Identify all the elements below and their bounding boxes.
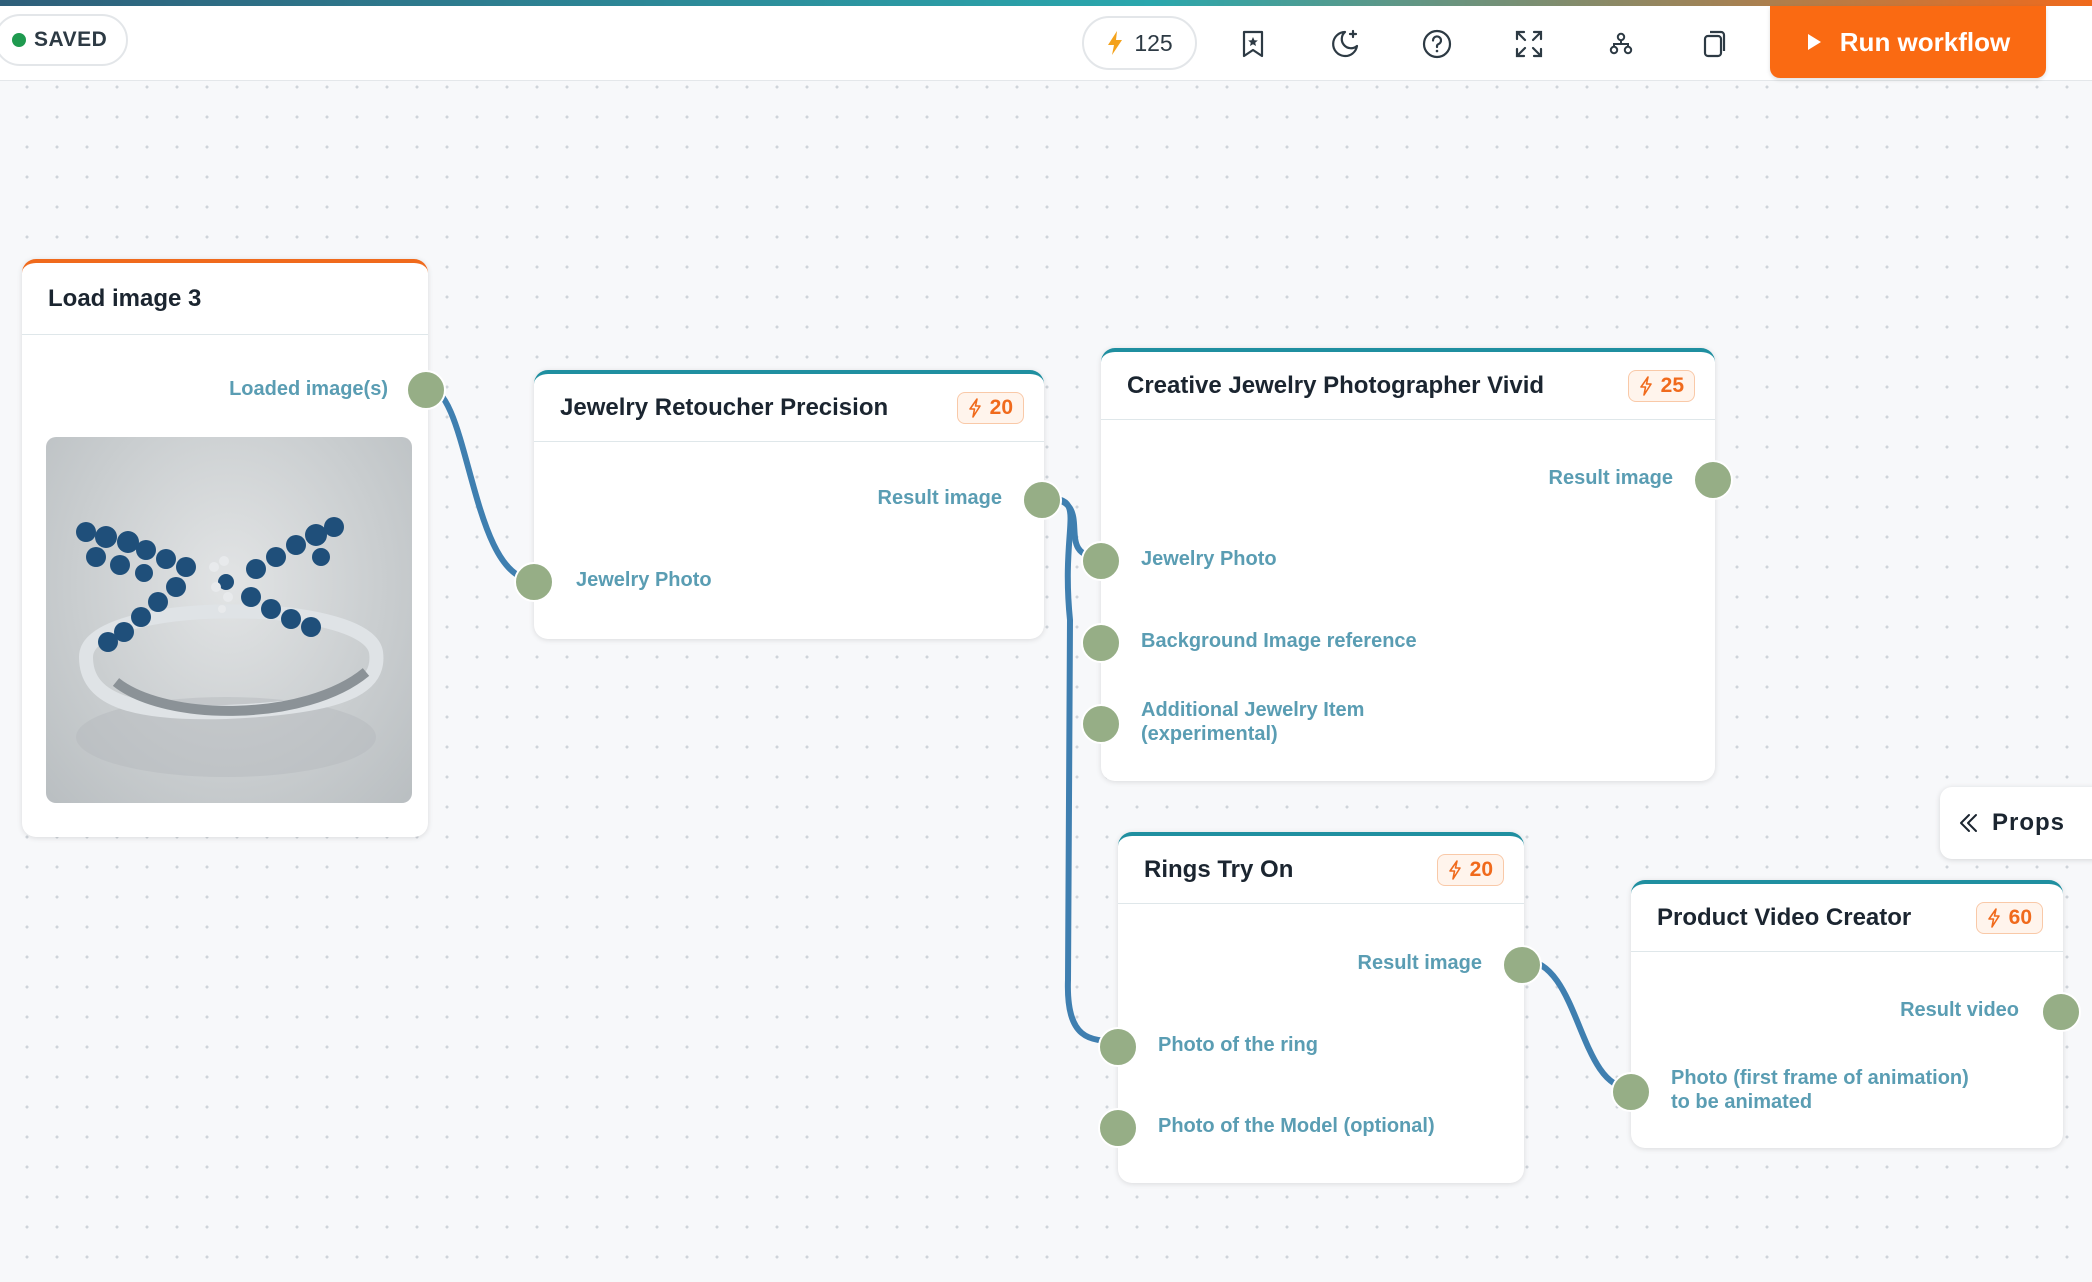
input-handle-jewelry-photo[interactable]	[1081, 541, 1121, 581]
output-label-result-image: Result image	[1548, 467, 1673, 489]
wire-load-to-retoucher	[424, 384, 537, 583]
saved-status-label: SAVED	[34, 28, 108, 51]
bolt-icon	[1108, 31, 1123, 55]
play-icon	[1807, 34, 1821, 50]
node-title: Jewelry Retoucher Precision	[560, 393, 889, 421]
fullscreen-icon[interactable]	[1509, 24, 1549, 64]
input-handle-photo-of-ring[interactable]	[1098, 1027, 1138, 1067]
run-workflow-button[interactable]: Run workflow	[1770, 6, 2046, 78]
node-header: Rings Try On 20	[1118, 836, 1524, 904]
input-label-jewelry-photo: Jewelry Photo	[576, 569, 712, 591]
input-handle-additional-jewelry[interactable]	[1081, 704, 1121, 744]
node-header: Jewelry Retoucher Precision 20	[534, 374, 1044, 442]
bolt-icon	[968, 397, 981, 418]
top-toolbar: SAVED 125 Run workflow	[0, 6, 2092, 81]
input-label-additional-jewelry: Additional Jewelry Item (experimental)	[1141, 699, 1365, 745]
wire-rings-to-video	[1520, 957, 1633, 1091]
node-header: Load image 3	[22, 263, 428, 335]
cost-value: 60	[2008, 905, 2032, 929]
cost-badge: 20	[956, 391, 1024, 424]
node-title: Rings Try On	[1144, 855, 1294, 883]
node-header: Product Video Creator 60	[1631, 884, 2063, 952]
props-label: Props	[1992, 809, 2066, 836]
copy-icon[interactable]	[1694, 24, 1734, 64]
input-label-background-reference: Background Image reference	[1141, 630, 1417, 652]
input-handle-first-frame-photo[interactable]	[1611, 1072, 1651, 1112]
input-handle-jewelry-photo[interactable]	[514, 562, 554, 602]
output-label-result-video: Result video	[1900, 999, 2019, 1021]
node-header: Creative Jewelry Photographer Vivid 25	[1101, 352, 1715, 420]
cost-badge: 60	[1975, 901, 2043, 934]
output-label-result-image: Result image	[1357, 952, 1482, 974]
run-workflow-label: Run workflow	[1839, 26, 2011, 57]
saved-status-dot	[12, 33, 26, 47]
input-label-first-frame-photo: Photo (first frame of animation) to be a…	[1671, 1067, 1969, 1113]
output-handle-loaded-images[interactable]	[406, 370, 446, 410]
output-handle-result-image[interactable]	[1693, 460, 1733, 500]
input-handle-background-reference[interactable]	[1081, 623, 1121, 663]
bolt-icon	[1987, 907, 2000, 928]
node-jewelry-retoucher[interactable]: Jewelry Retoucher Precision 20 Result im…	[514, 370, 1062, 639]
cost-badge: 20	[1436, 853, 1504, 886]
saved-status-badge: SAVED	[0, 14, 128, 66]
help-icon[interactable]	[1417, 24, 1457, 64]
output-label-result-image: Result image	[877, 487, 1002, 509]
credits-badge[interactable]: 125	[1082, 16, 1197, 70]
input-label-jewelry-photo: Jewelry Photo	[1141, 548, 1277, 570]
cost-value: 20	[1469, 857, 1493, 881]
cost-value: 25	[1660, 373, 1684, 397]
credits-count: 125	[1134, 29, 1173, 56]
bookmark-star-icon[interactable]	[1233, 24, 1273, 64]
node-load-image[interactable]: Load image 3 Loaded image(s)	[22, 259, 446, 837]
node-title: Product Video Creator	[1657, 903, 1912, 931]
node-product-video-creator[interactable]: Product Video Creator 60 Result video Ph…	[1611, 880, 2081, 1148]
bolt-icon	[1639, 375, 1652, 396]
layout-tree-icon[interactable]	[1601, 24, 1641, 64]
output-handle-result-video[interactable]	[2041, 992, 2081, 1032]
chevrons-left-icon	[1960, 814, 1977, 832]
props-panel-toggle[interactable]: Props	[1940, 787, 2092, 859]
node-title: Creative Jewelry Photographer Vivid	[1127, 371, 1545, 399]
node-title: Load image 3	[48, 284, 202, 312]
input-label-photo-of-ring: Photo of the ring	[1158, 1034, 1318, 1056]
cost-badge: 25	[1627, 369, 1695, 402]
input-handle-photo-of-model[interactable]	[1098, 1108, 1138, 1148]
bolt-icon	[1448, 859, 1461, 880]
output-label-loaded-images: Loaded image(s)	[229, 378, 388, 400]
loaded-image-preview	[46, 437, 412, 803]
input-label-photo-of-model: Photo of the Model (optional)	[1158, 1115, 1435, 1137]
output-handle-result-image[interactable]	[1502, 945, 1542, 985]
node-creative-jewelry-photographer[interactable]: Creative Jewelry Photographer Vivid 25 R…	[1081, 348, 1733, 781]
output-handle-result-image[interactable]	[1022, 480, 1062, 520]
node-rings-try-on[interactable]: Rings Try On 20 Result image Photo of th…	[1098, 832, 1542, 1183]
moon-sparkle-icon[interactable]	[1325, 24, 1365, 64]
cost-value: 20	[989, 395, 1013, 419]
